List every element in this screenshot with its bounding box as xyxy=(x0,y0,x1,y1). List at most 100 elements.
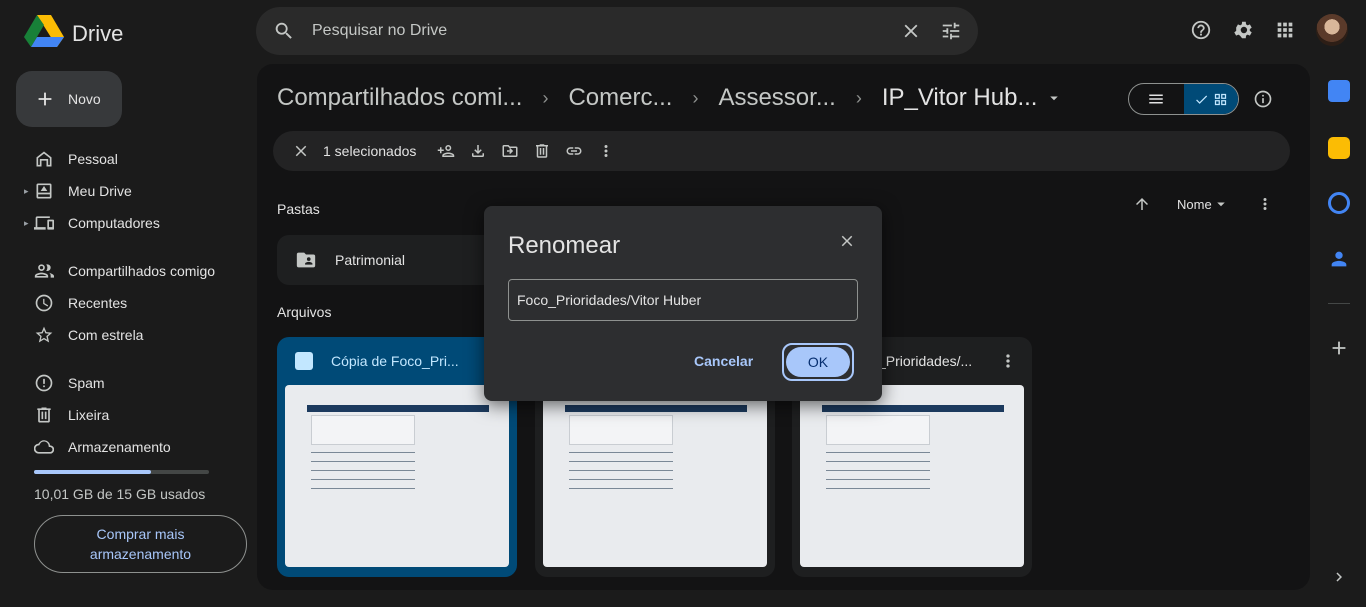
file-thumbnail xyxy=(800,385,1024,567)
sidebar-item-label: Pessoal xyxy=(68,151,118,167)
list-icon xyxy=(1149,94,1163,104)
star-icon xyxy=(34,325,54,345)
grid-view-button[interactable] xyxy=(1183,84,1238,114)
apps-grid-icon[interactable] xyxy=(1274,19,1296,41)
sidebar-item-spam[interactable]: Spam xyxy=(0,367,256,399)
app-name: Drive xyxy=(72,20,124,46)
settings-gear-icon[interactable] xyxy=(1232,19,1254,41)
file-thumbnail xyxy=(285,385,509,567)
file-card[interactable]: Cópia de Foco_Pri... xyxy=(277,337,517,577)
cloud-icon xyxy=(34,437,54,457)
storage-progress-fill xyxy=(34,470,151,474)
sidebar-item-label: Spam xyxy=(68,375,105,391)
expand-caret-icon[interactable]: ▸ xyxy=(24,186,29,197)
search-bar[interactable] xyxy=(256,7,978,55)
shared-folder-icon xyxy=(295,249,317,271)
sidebar-item-compartilhados[interactable]: Compartilhados comigo xyxy=(0,255,256,287)
storage-progress-bar xyxy=(34,470,209,474)
close-icon[interactable] xyxy=(838,232,856,250)
get-addons-plus-icon[interactable] xyxy=(1328,337,1350,359)
sidebar-item-label: Armazenamento xyxy=(68,439,171,455)
sort-direction-arrow-icon[interactable] xyxy=(1133,195,1151,213)
search-input[interactable] xyxy=(312,22,900,40)
trash-icon xyxy=(34,405,54,425)
expand-caret-icon[interactable]: ▸ xyxy=(24,218,29,229)
home-icon xyxy=(34,149,54,169)
sidebar-item-lixeira[interactable]: Lixeira xyxy=(0,399,256,431)
folders-section-title: Pastas xyxy=(277,201,320,217)
sidebar-item-label: Com estrela xyxy=(68,327,144,343)
breadcrumb-item[interactable]: Comerc... xyxy=(568,84,672,112)
my-drive-icon xyxy=(34,181,54,201)
list-view-button[interactable] xyxy=(1129,84,1184,114)
move-to-folder-icon[interactable] xyxy=(494,142,526,160)
side-panel-rail xyxy=(1318,0,1366,607)
computer-icon xyxy=(34,213,54,233)
breadcrumb-current-folder[interactable]: IP_Vitor Hub... xyxy=(882,84,1064,112)
search-icon[interactable] xyxy=(272,20,296,42)
breadcrumb-item[interactable]: Compartilhados comi... xyxy=(277,84,522,112)
chevron-right-icon: › xyxy=(855,87,862,108)
dialog-title: Renomear xyxy=(508,232,621,259)
rename-dialog: Renomear Cancelar OK xyxy=(484,206,882,401)
sort-by-name-button[interactable]: Nome xyxy=(1177,195,1230,213)
buy-storage-button[interactable]: Comprar mais armazenamento xyxy=(34,515,247,573)
sidebar-item-recentes[interactable]: Recentes xyxy=(0,287,256,319)
contacts-app-icon[interactable] xyxy=(1328,248,1350,270)
view-toggle xyxy=(1128,83,1239,115)
sidebar-item-computadores[interactable]: ▸ Computadores xyxy=(0,207,256,239)
help-icon[interactable] xyxy=(1190,19,1212,41)
sidebar-item-com-estrela[interactable]: Com estrela xyxy=(0,319,256,351)
sidebar-item-armazenamento[interactable]: Armazenamento xyxy=(0,431,256,463)
shared-people-icon xyxy=(34,261,54,281)
cancel-button[interactable]: Cancelar xyxy=(682,345,765,377)
file-name: _Prioridades/... xyxy=(878,353,973,369)
sidebar-item-label: Recentes xyxy=(68,295,128,311)
breadcrumb-item[interactable]: Assessor... xyxy=(718,84,835,112)
ok-button[interactable]: OK xyxy=(782,343,854,381)
sort-label: Nome xyxy=(1177,196,1212,212)
drive-logo-icon xyxy=(24,13,64,54)
sidebar-item-pessoal[interactable]: Pessoal xyxy=(0,143,256,175)
rail-divider xyxy=(1328,303,1350,304)
more-vert-icon[interactable] xyxy=(998,351,1018,371)
sort-controls: Nome xyxy=(1133,195,1274,213)
storage-usage-text: 10,01 GB de 15 GB usados xyxy=(34,486,206,502)
dropdown-arrow-icon xyxy=(1212,195,1230,213)
selection-count: 1 selecionados xyxy=(323,143,417,159)
folder-name: Patrimonial xyxy=(335,252,406,268)
drive-logo[interactable]: Drive xyxy=(24,13,123,54)
copy-link-icon[interactable] xyxy=(558,142,590,160)
grid-icon xyxy=(1214,93,1226,105)
delete-trash-icon[interactable] xyxy=(526,142,558,160)
files-section-title: Arquivos xyxy=(277,304,332,320)
new-button[interactable]: Novo xyxy=(16,71,122,127)
selection-toolbar: 1 selecionados xyxy=(273,131,1290,171)
download-icon[interactable] xyxy=(462,142,494,160)
folder-card[interactable]: Patrimonial xyxy=(277,235,517,285)
tasks-app-icon[interactable] xyxy=(1328,192,1350,214)
file-name: Cópia de Foco_Pri... xyxy=(331,353,459,369)
calendar-app-icon[interactable] xyxy=(1328,80,1350,102)
clear-selection-icon[interactable] xyxy=(285,142,317,160)
info-icon[interactable] xyxy=(1253,89,1273,109)
spreadsheet-icon xyxy=(295,352,313,370)
plus-icon xyxy=(34,88,56,110)
chevron-right-icon: › xyxy=(692,87,699,108)
share-person-add-icon[interactable] xyxy=(430,142,462,160)
sidebar-item-label: Computadores xyxy=(68,215,160,231)
sidebar-item-label: Lixeira xyxy=(68,407,110,423)
chevron-right-icon: › xyxy=(542,87,549,108)
chevron-right-icon[interactable] xyxy=(1330,568,1348,586)
sidebar-item-meu-drive[interactable]: ▸ Meu Drive xyxy=(0,175,256,207)
more-vert-icon[interactable] xyxy=(1256,195,1274,213)
clear-search-icon[interactable] xyxy=(900,20,922,42)
dropdown-arrow-icon xyxy=(1045,89,1063,107)
keep-app-icon[interactable] xyxy=(1328,137,1350,159)
rename-input[interactable] xyxy=(508,279,858,321)
sidebar-item-label: Compartilhados comigo xyxy=(68,263,216,279)
clock-icon xyxy=(34,293,54,313)
search-options-icon[interactable] xyxy=(940,20,962,42)
more-vert-icon[interactable] xyxy=(590,142,622,160)
new-button-label: Novo xyxy=(68,91,101,107)
